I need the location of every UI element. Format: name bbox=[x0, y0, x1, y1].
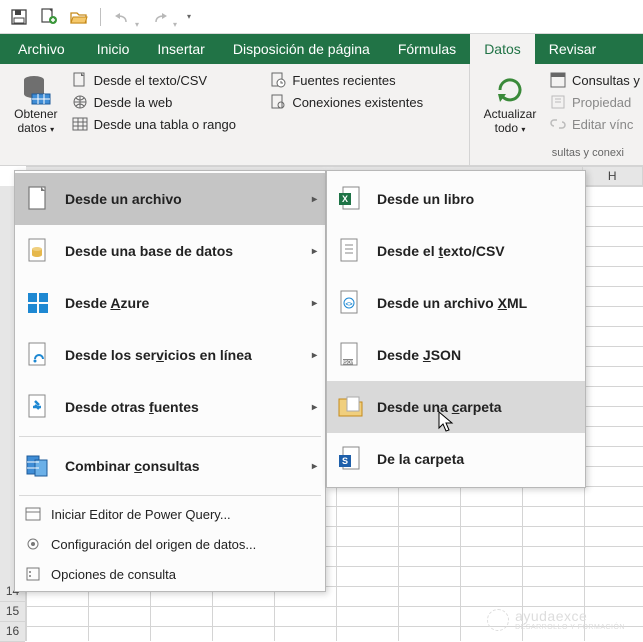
xml-icon: <> bbox=[337, 289, 365, 317]
link-icon bbox=[550, 116, 566, 132]
other-sources-icon bbox=[25, 393, 53, 421]
file-icon bbox=[25, 185, 53, 213]
save-icon[interactable] bbox=[8, 6, 30, 28]
tab-review[interactable]: Revisar bbox=[535, 34, 610, 64]
get-data-button[interactable]: Obtener datos ▾ bbox=[8, 68, 64, 163]
menu-from-online-services[interactable]: Desde los servicios en línea ▸ bbox=[15, 329, 325, 381]
tab-page-layout[interactable]: Disposición de página bbox=[219, 34, 384, 64]
svg-text:JSON: JSON bbox=[341, 360, 355, 366]
undo-dropdown-caret[interactable]: ▾ bbox=[135, 20, 139, 29]
redo-dropdown-caret[interactable]: ▾ bbox=[173, 20, 177, 29]
menu-from-file[interactable]: Desde un archivo ▸ bbox=[15, 173, 325, 225]
database-icon bbox=[20, 74, 52, 106]
menu-from-database[interactable]: Desde una base de datos ▸ bbox=[15, 225, 325, 277]
from-table-range-button[interactable]: Desde una tabla o rango bbox=[68, 114, 263, 134]
from-file-submenu: X Desde un libro Desde el texto/CSV <> D… bbox=[326, 170, 586, 488]
svg-text:S: S bbox=[342, 456, 348, 466]
ribbon-tabs: Archivo Inicio Insertar Disposición de p… bbox=[0, 34, 643, 64]
refresh-icon bbox=[494, 74, 526, 106]
existing-connections-button[interactable]: Conexiones existentes bbox=[266, 92, 461, 112]
document-icon bbox=[72, 72, 88, 88]
submenu-from-text-csv[interactable]: Desde el texto/CSV bbox=[327, 225, 585, 277]
qat-customize-dropdown[interactable]: ▾ bbox=[187, 12, 199, 21]
menu-combine-queries[interactable]: Combinar consultas ▸ bbox=[15, 440, 325, 492]
refresh-label-2: todo bbox=[495, 121, 518, 135]
submenu-from-json[interactable]: JSON Desde JSON bbox=[327, 329, 585, 381]
open-icon[interactable] bbox=[68, 6, 90, 28]
tab-data[interactable]: Datos bbox=[470, 34, 535, 64]
menu-launch-pq-editor[interactable]: Iniciar Editor de Power Query... bbox=[15, 499, 325, 529]
tab-file[interactable]: Archivo bbox=[4, 34, 83, 64]
tab-home[interactable]: Inicio bbox=[83, 34, 144, 64]
from-web-button[interactable]: Desde la web bbox=[68, 92, 263, 112]
recent-sources-button[interactable]: Fuentes recientes bbox=[266, 70, 461, 90]
get-data-label-2: datos bbox=[17, 121, 46, 135]
from-text-csv-button[interactable]: Desde el texto/CSV bbox=[68, 70, 263, 90]
menu-from-other-sources[interactable]: Desde otras fuentes ▸ bbox=[15, 381, 325, 433]
globe-icon bbox=[72, 94, 88, 110]
new-workbook-icon[interactable] bbox=[38, 6, 60, 28]
menu-query-options[interactable]: Opciones de consulta bbox=[15, 559, 325, 589]
pq-editor-icon bbox=[25, 506, 41, 522]
submenu-from-xml[interactable]: <> Desde un archivo XML bbox=[327, 277, 585, 329]
get-data-label-1: Obtener bbox=[14, 108, 57, 122]
redo-icon[interactable]: ▾ bbox=[149, 6, 171, 28]
combine-icon bbox=[25, 452, 53, 480]
queries-connections-button[interactable]: Consultas y bbox=[546, 70, 643, 90]
azure-icon bbox=[25, 289, 53, 317]
svg-text:X: X bbox=[342, 194, 348, 204]
excel-workbook-icon: X bbox=[337, 185, 365, 213]
refresh-all-button[interactable]: Actualizar todo ▾ bbox=[478, 68, 542, 147]
text-csv-icon bbox=[337, 237, 365, 265]
get-data-dropdown-menu: Desde un archivo ▸ Desde una base de dat… bbox=[14, 170, 326, 592]
row-header-16[interactable]: 16 bbox=[0, 622, 25, 642]
json-icon: JSON bbox=[337, 341, 365, 369]
document-link-icon bbox=[270, 94, 286, 110]
database-icon bbox=[25, 237, 53, 265]
sharepoint-icon: S bbox=[337, 445, 365, 473]
properties-icon bbox=[550, 94, 566, 110]
row-header-15[interactable]: 15 bbox=[0, 602, 25, 622]
submenu-from-sharepoint-folder[interactable]: S De la carpeta bbox=[327, 433, 585, 485]
document-clock-icon bbox=[270, 72, 286, 88]
submenu-from-workbook[interactable]: X Desde un libro bbox=[327, 173, 585, 225]
edit-links-button[interactable]: Editar vínc bbox=[546, 114, 643, 134]
refresh-label-1: Actualizar bbox=[484, 108, 537, 122]
group-label-queries: sultas y conexi bbox=[478, 147, 643, 163]
folder-icon bbox=[337, 393, 365, 421]
online-services-icon bbox=[25, 341, 53, 369]
tab-insert[interactable]: Insertar bbox=[143, 34, 218, 64]
tab-formulas[interactable]: Fórmulas bbox=[384, 34, 470, 64]
table-icon bbox=[72, 116, 88, 132]
ribbon-body: Obtener datos ▾ Desde el texto/CSV Desde… bbox=[0, 64, 643, 166]
quick-access-toolbar: ▾ ▾ ▾ bbox=[0, 0, 643, 34]
menu-from-azure[interactable]: Desde Azure ▸ bbox=[15, 277, 325, 329]
svg-text:<>: <> bbox=[345, 302, 353, 308]
properties-button[interactable]: Propiedad bbox=[546, 92, 643, 112]
qat-separator bbox=[100, 8, 101, 26]
panel-icon bbox=[550, 72, 566, 88]
undo-icon[interactable]: ▾ bbox=[111, 6, 133, 28]
col-header-h[interactable]: H bbox=[583, 167, 643, 185]
submenu-arrow-icon: ▸ bbox=[312, 194, 317, 205]
menu-data-source-settings[interactable]: Configuración del origen de datos... bbox=[15, 529, 325, 559]
submenu-from-folder[interactable]: Desde una carpeta bbox=[327, 381, 585, 433]
options-icon bbox=[25, 566, 41, 582]
gear-icon bbox=[25, 536, 41, 552]
